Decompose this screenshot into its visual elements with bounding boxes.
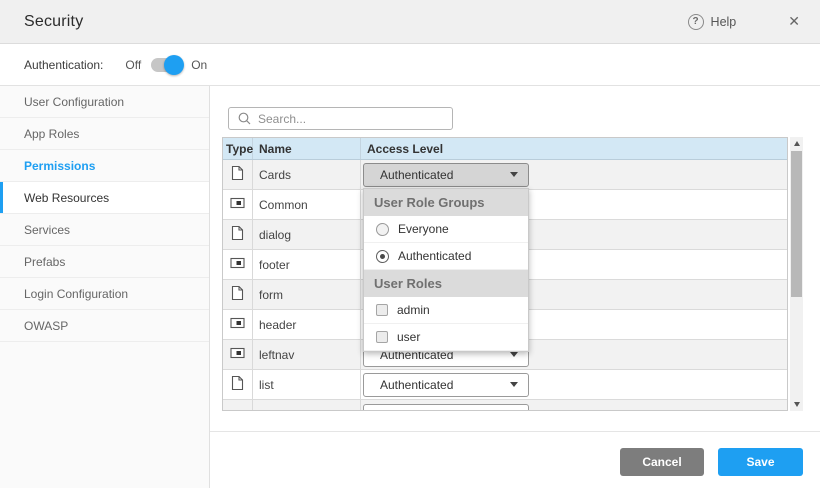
resource-name: footer [253, 250, 361, 279]
resources-table: Type Name Access Level Cards Authenticate… [222, 137, 788, 411]
access-level-value: Authenticated [380, 378, 510, 392]
search-box [228, 107, 453, 130]
dropdown-section-user-role-groups: User Role Groups [364, 189, 528, 216]
access-level-value: Authenticated [380, 168, 510, 182]
main-panel: Type Name Access Level Cards Authenticate… [210, 86, 820, 488]
help-label: Help [711, 15, 737, 29]
resource-name: Common [253, 190, 361, 219]
dropdown-option-admin[interactable]: admin [364, 297, 528, 324]
resource-name: dialog [253, 220, 361, 249]
access-level-select[interactable]: Authenticated [363, 163, 529, 187]
close-icon[interactable]: ✕ [788, 13, 800, 30]
access-level-dropdown-panel: User Role Groups Everyone Authenticated U… [363, 188, 529, 352]
partial-icon [230, 317, 245, 332]
titlebar: Security ? Help ✕ [0, 0, 820, 44]
footer: Cancel Save [210, 448, 820, 476]
table-row-cards: Cards Authenticated [223, 160, 787, 190]
access-level-select[interactable] [363, 404, 529, 411]
footer-divider [210, 431, 820, 432]
resource-name: header [253, 310, 361, 339]
access-level-select[interactable]: Authenticated [363, 373, 529, 397]
authentication-row: Authentication: Off On [0, 44, 820, 86]
sidebar-item-permissions[interactable]: Permissions [0, 150, 209, 182]
help-button[interactable]: ? Help [688, 14, 765, 30]
option-label: user [397, 330, 420, 344]
toggle-on-label: On [191, 58, 207, 72]
chevron-down-icon [510, 352, 518, 357]
resource-name: leftnav [253, 340, 361, 369]
authentication-toggle[interactable] [151, 58, 181, 72]
page-title: Security [24, 13, 83, 31]
dropdown-option-everyone[interactable]: Everyone [364, 216, 528, 243]
resource-name [253, 400, 361, 411]
table-header: Type Name Access Level [223, 138, 787, 160]
sidebar: User ConfigurationApp RolesPermissionsWe… [0, 86, 210, 488]
sidebar-item-services[interactable]: Services [0, 214, 209, 246]
sidebar-item-owasp[interactable]: OWASP [0, 310, 209, 342]
partial-icon [230, 347, 245, 362]
page-icon [231, 375, 244, 394]
sidebar-item-login-configuration[interactable]: Login Configuration [0, 278, 209, 310]
table-row-list: list Authenticated [223, 370, 787, 400]
sidebar-item-app-roles[interactable]: App Roles [0, 118, 209, 150]
page-icon [231, 225, 244, 244]
chevron-down-icon [510, 382, 518, 387]
partial-icon [230, 197, 245, 212]
toggle-off-label: Off [125, 58, 141, 72]
page-icon [231, 285, 244, 304]
dropdown-option-user[interactable]: user [364, 324, 528, 351]
sidebar-item-prefabs[interactable]: Prefabs [0, 246, 209, 278]
cancel-button[interactable]: Cancel [620, 448, 704, 476]
dropdown-option-authenticated[interactable]: Authenticated [364, 243, 528, 270]
checkbox-icon[interactable] [376, 304, 388, 316]
table-row-clipped [223, 400, 787, 411]
scroll-down-icon[interactable] [790, 398, 803, 411]
table-scrollbar[interactable] [790, 137, 803, 411]
option-label: admin [397, 303, 430, 317]
scroll-up-icon[interactable] [790, 137, 803, 150]
authentication-label: Authentication: [24, 58, 103, 72]
page-icon [231, 165, 244, 184]
scrollbar-thumb[interactable] [791, 151, 802, 297]
save-button[interactable]: Save [718, 448, 803, 476]
resource-name: form [253, 280, 361, 309]
search-input[interactable] [258, 108, 452, 129]
search-icon [238, 112, 251, 125]
security-dialog: Security ? Help ✕ Authentication: Off On… [0, 0, 820, 488]
radio-icon[interactable] [376, 223, 389, 236]
checkbox-icon[interactable] [376, 331, 388, 343]
partial-icon [230, 257, 245, 272]
radio-selected-icon[interactable] [376, 250, 389, 263]
col-header-name: Name [253, 138, 361, 159]
col-header-access-level: Access Level [361, 138, 787, 159]
option-label: Authenticated [398, 249, 471, 263]
dropdown-section-user-roles: User Roles [364, 270, 528, 297]
col-header-type: Type [223, 138, 253, 159]
sidebar-item-web-resources[interactable]: Web Resources [0, 182, 209, 214]
resource-name: Cards [253, 160, 361, 189]
option-label: Everyone [398, 222, 449, 236]
chevron-down-icon [510, 172, 518, 177]
resource-name: list [253, 370, 361, 399]
help-icon: ? [688, 14, 704, 30]
sidebar-item-user-configuration[interactable]: User Configuration [0, 86, 209, 118]
